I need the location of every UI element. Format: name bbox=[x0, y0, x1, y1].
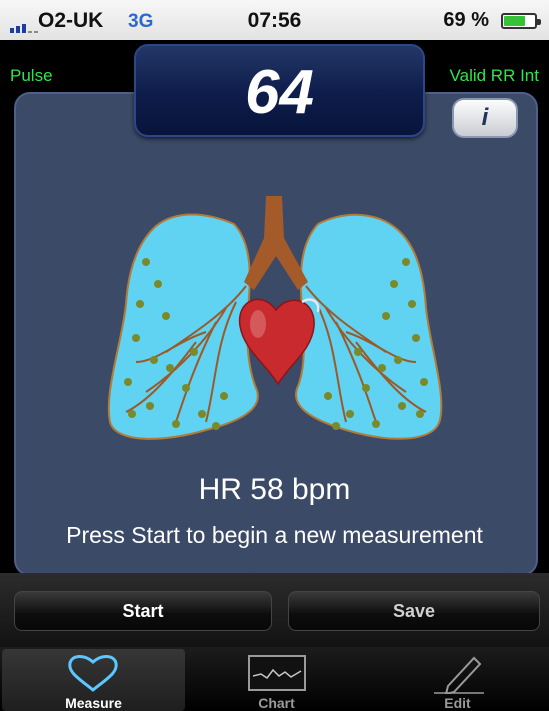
pulse-label: Pulse bbox=[10, 66, 53, 85]
trachea bbox=[244, 196, 308, 290]
tab-chart-label: Chart bbox=[258, 695, 295, 711]
tab-bar: Measure Chart Edit bbox=[0, 647, 549, 711]
lungs-heart-illustration bbox=[107, 196, 443, 440]
tab-measure[interactable]: Measure bbox=[2, 649, 185, 711]
tab-chart[interactable]: Chart bbox=[185, 649, 368, 711]
status-bar: O2-UK 3G 07:56 69 % bbox=[0, 0, 549, 40]
battery-icon bbox=[501, 13, 541, 29]
start-button[interactable]: Start bbox=[14, 591, 272, 631]
battery-percentage: 69 % bbox=[443, 9, 489, 31]
heart-rate-text: HR 58 bpm bbox=[198, 473, 351, 506]
chart-icon bbox=[248, 655, 306, 691]
tab-edit[interactable]: Edit bbox=[366, 649, 549, 711]
right-lung bbox=[295, 213, 443, 440]
heart-icon bbox=[68, 655, 118, 692]
action-button-bar: Start Save bbox=[0, 573, 549, 647]
tab-measure-label: Measure bbox=[65, 695, 122, 711]
instruction-text: Press Start to begin a new measurement bbox=[66, 522, 483, 548]
save-button[interactable]: Save bbox=[288, 591, 540, 631]
info-button[interactable]: i bbox=[452, 98, 518, 138]
pencil-icon bbox=[434, 656, 484, 694]
tab-edit-label: Edit bbox=[444, 695, 471, 711]
valid-rr-label: Valid RR Int bbox=[449, 66, 539, 85]
pulse-value-display: 64 bbox=[134, 44, 425, 137]
left-lung bbox=[107, 213, 259, 440]
